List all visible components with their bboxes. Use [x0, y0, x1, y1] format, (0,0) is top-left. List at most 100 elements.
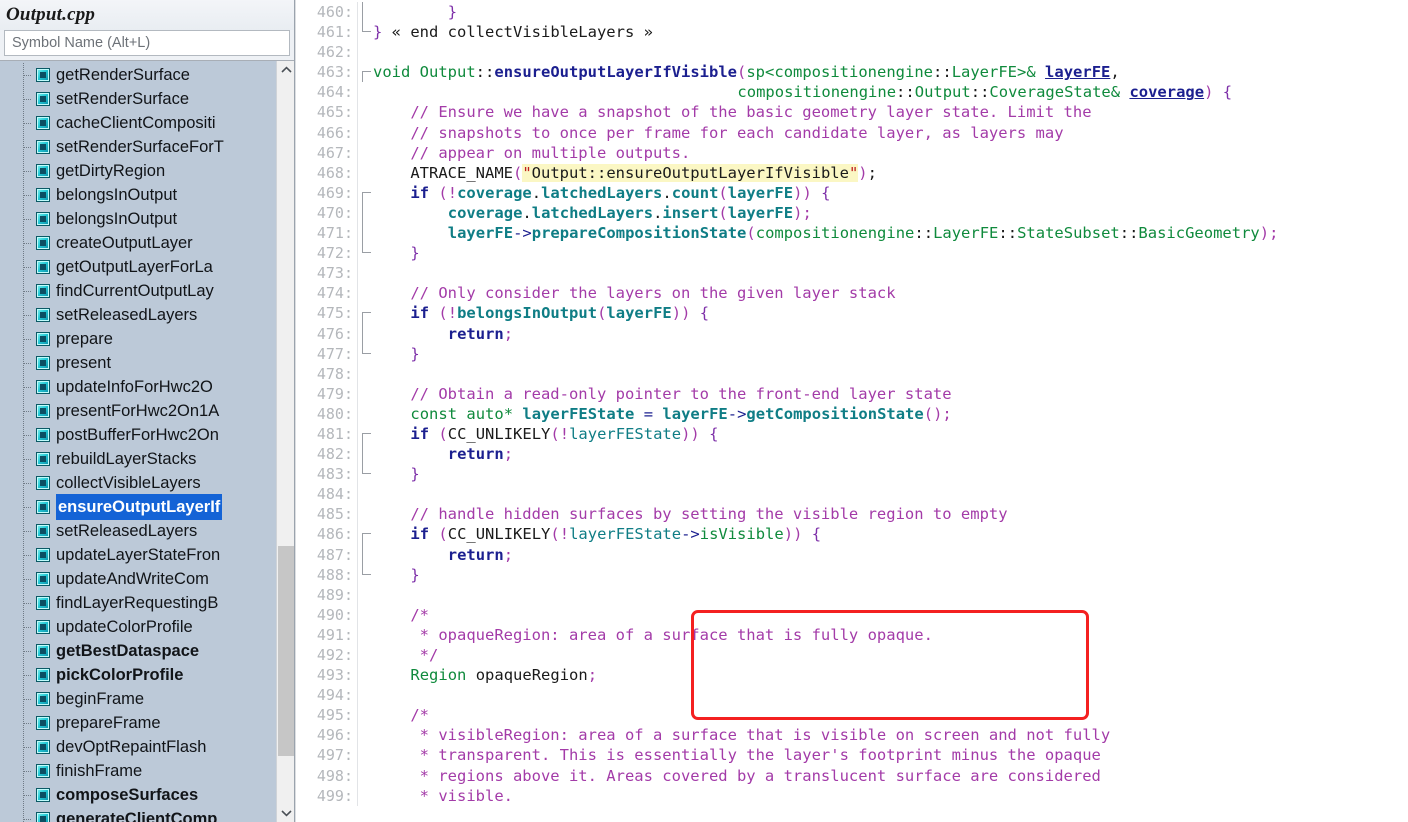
- code-line[interactable]: 462:: [295, 42, 1408, 63]
- fold-marker[interactable]: [357, 403, 371, 424]
- symbol-tree-item[interactable]: prepareFrame: [0, 711, 276, 735]
- symbol-tree-item[interactable]: setReleasedLayers: [0, 519, 276, 543]
- code-line[interactable]: 499: * visible.: [295, 785, 1408, 806]
- symbol-tree-item[interactable]: updateColorProfile: [0, 615, 276, 639]
- fold-marker[interactable]: [357, 303, 371, 324]
- fold-marker[interactable]: [357, 624, 371, 645]
- fold-marker[interactable]: [357, 645, 371, 666]
- code-line[interactable]: 464: compositionengine::Output::Coverage…: [295, 82, 1408, 103]
- code-line[interactable]: 481: if (CC_UNLIKELY(!layerFEState)) {: [295, 423, 1408, 445]
- fold-marker[interactable]: [357, 162, 371, 183]
- code-line[interactable]: 480: const auto* layerFEState = layerFE-…: [295, 403, 1408, 424]
- fold-marker[interactable]: [357, 765, 371, 786]
- symbol-tree-item[interactable]: getDirtyRegion: [0, 159, 276, 183]
- scrollbar-thumb[interactable]: [278, 546, 294, 756]
- symbol-tree-item[interactable]: createOutputLayer: [0, 231, 276, 255]
- code-editor[interactable]: 460: } 461:} « end collectVisibleLayers »…: [295, 0, 1408, 822]
- code-line[interactable]: 488: }: [295, 564, 1408, 585]
- symbol-tree-item[interactable]: getRenderSurface: [0, 63, 276, 87]
- code-line[interactable]: 471: layerFE->prepareCompositionState(co…: [295, 223, 1408, 244]
- fold-marker[interactable]: [357, 142, 371, 163]
- symbol-tree-item[interactable]: collectVisibleLayers: [0, 471, 276, 495]
- code-line[interactable]: 467: // appear on multiple outputs.: [295, 142, 1408, 163]
- fold-marker[interactable]: [357, 564, 371, 585]
- symbol-tree-item[interactable]: belongsInOutput: [0, 183, 276, 207]
- code-line[interactable]: 493: Region opaqueRegion;: [295, 665, 1408, 686]
- symbol-tree-item[interactable]: updateLayerStateFron: [0, 543, 276, 567]
- code-lines[interactable]: 460: } 461:} « end collectVisibleLayers »…: [295, 0, 1408, 806]
- code-line[interactable]: 483: }: [295, 464, 1408, 485]
- symbol-tree-item[interactable]: cacheClientCompositi: [0, 111, 276, 135]
- fold-marker[interactable]: [357, 383, 371, 404]
- symbol-tree-item[interactable]: finishFrame: [0, 759, 276, 783]
- code-line[interactable]: 485: // handle hidden surfaces by settin…: [295, 504, 1408, 525]
- code-line[interactable]: 469: if (!coverage.latchedLayers.count(l…: [295, 182, 1408, 203]
- code-line[interactable]: 497: * transparent. This is essentially …: [295, 745, 1408, 766]
- code-line[interactable]: 466: // snapshots to once per frame for …: [295, 122, 1408, 143]
- symbol-tree-item[interactable]: findLayerRequestingB: [0, 591, 276, 615]
- symbol-tree-item[interactable]: updateAndWriteCom: [0, 567, 276, 591]
- code-line[interactable]: 474: // Only consider the layers on the …: [295, 283, 1408, 304]
- fold-marker[interactable]: [357, 102, 371, 123]
- fold-marker[interactable]: [357, 484, 371, 505]
- code-line[interactable]: 475: if (!belongsInOutput(layerFE)) {: [295, 303, 1408, 324]
- code-line[interactable]: 463: void Output::ensureOutputLayerIfVisi…: [295, 62, 1408, 83]
- symbol-tree-item[interactable]: generateClientComp: [0, 807, 276, 822]
- symbol-tree-item[interactable]: devOptRepaintFlash: [0, 735, 276, 759]
- code-line[interactable]: 490: /*: [295, 604, 1408, 625]
- code-line[interactable]: 477: }: [295, 343, 1408, 364]
- fold-marker[interactable]: [357, 785, 371, 806]
- code-line[interactable]: 484:: [295, 484, 1408, 505]
- code-line[interactable]: 487: return;: [295, 544, 1408, 565]
- fold-marker[interactable]: [357, 705, 371, 726]
- code-line[interactable]: 465: // Ensure we have a snapshot of the…: [295, 102, 1408, 123]
- symbol-search-input[interactable]: [4, 30, 290, 56]
- fold-marker[interactable]: [357, 82, 371, 103]
- code-line[interactable]: 460: }: [295, 2, 1408, 23]
- symbol-tree-item[interactable]: ensureOutputLayerIf: [0, 494, 276, 520]
- code-line[interactable]: 473:: [295, 263, 1408, 284]
- code-line[interactable]: 491: * opaqueRegion: area of a surface t…: [295, 624, 1408, 645]
- symbol-tree-item[interactable]: pickColorProfile: [0, 663, 276, 687]
- fold-marker[interactable]: [357, 263, 371, 284]
- code-line[interactable]: 476: return;: [295, 323, 1408, 344]
- fold-marker[interactable]: [357, 42, 371, 63]
- fold-marker[interactable]: [357, 464, 371, 485]
- fold-marker[interactable]: [357, 604, 371, 625]
- code-line[interactable]: 468: ATRACE_NAME("Output::ensureOutputLa…: [295, 162, 1408, 183]
- fold-marker[interactable]: [357, 524, 371, 545]
- symbol-tree-item[interactable]: postBufferForHwc2On: [0, 423, 276, 447]
- fold-marker[interactable]: [357, 202, 371, 224]
- fold-marker[interactable]: [357, 444, 371, 465]
- fold-marker[interactable]: [357, 283, 371, 304]
- symbol-tree-item[interactable]: present: [0, 351, 276, 375]
- fold-marker[interactable]: [357, 685, 371, 706]
- fold-marker[interactable]: [357, 725, 371, 746]
- symbol-tree-item[interactable]: beginFrame: [0, 687, 276, 711]
- fold-marker[interactable]: [357, 584, 371, 605]
- fold-marker[interactable]: [357, 22, 371, 43]
- scroll-up-arrow-icon[interactable]: [277, 61, 294, 79]
- symbol-tree-item[interactable]: getBestDataspace: [0, 639, 276, 663]
- fold-marker[interactable]: [357, 182, 371, 203]
- fold-marker[interactable]: [357, 223, 371, 244]
- code-line[interactable]: 470: coverage.latchedLayers.insert(layer…: [295, 202, 1408, 224]
- code-line[interactable]: 492: */: [295, 645, 1408, 666]
- code-line[interactable]: 479: // Obtain a read-only pointer to th…: [295, 383, 1408, 404]
- symbol-tree-item[interactable]: findCurrentOutputLay: [0, 279, 276, 303]
- fold-marker[interactable]: [357, 323, 371, 344]
- scroll-down-arrow-icon[interactable]: [277, 804, 294, 822]
- fold-marker[interactable]: [357, 343, 371, 364]
- fold-marker[interactable]: [357, 122, 371, 143]
- fold-marker[interactable]: [357, 62, 371, 83]
- fold-marker[interactable]: [357, 665, 371, 686]
- fold-marker[interactable]: [357, 504, 371, 525]
- code-line[interactable]: 472: }: [295, 243, 1408, 264]
- fold-marker[interactable]: [357, 544, 371, 565]
- fold-marker[interactable]: [357, 423, 371, 445]
- symbol-tree-item[interactable]: presentForHwc2On1A: [0, 399, 276, 423]
- fold-marker[interactable]: [357, 363, 371, 384]
- symbol-tree-item[interactable]: rebuildLayerStacks: [0, 447, 276, 471]
- fold-marker[interactable]: [357, 745, 371, 766]
- fold-marker[interactable]: [357, 2, 371, 23]
